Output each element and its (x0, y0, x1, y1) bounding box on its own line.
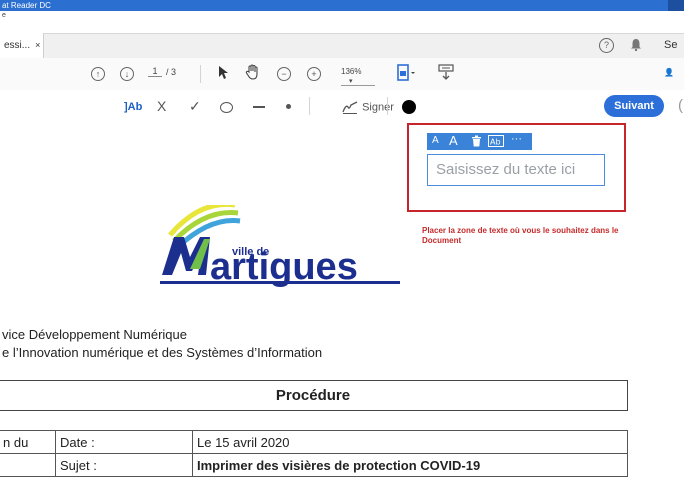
add-text-tool[interactable]: ]Ab (124, 101, 142, 113)
check-mark-tool[interactable]: ✓ (189, 98, 201, 115)
table-row: n du Date : Le 15 avril 2020 (0, 430, 628, 454)
bell-icon[interactable] (630, 38, 642, 54)
info-table: n du Date : Le 15 avril 2020 Sujet : Imp… (0, 430, 628, 477)
window-title-bar: at Reader DC (0, 0, 684, 11)
page-total: / 3 (166, 67, 177, 77)
table-cell: n du (0, 430, 56, 454)
window-title: at Reader DC (2, 1, 51, 10)
zoom-value: 136% (341, 67, 362, 76)
sign-button-label: Signer (362, 101, 394, 114)
page-number-input[interactable]: 1 (148, 66, 162, 77)
sign-in-label[interactable]: Se (664, 39, 677, 51)
table-cell (0, 453, 56, 477)
svg-text:Ab: Ab (490, 138, 501, 147)
next-button[interactable]: Suivant (604, 95, 664, 117)
document-tab-label: essi... (4, 40, 31, 51)
table-row: Sujet : Imprimer des visières de protect… (0, 453, 628, 477)
textbox-toolbar: A A Ab ··· (427, 133, 532, 150)
decrease-font-icon[interactable]: A (432, 135, 439, 146)
tab-bar (0, 33, 684, 60)
toolbar-divider (387, 97, 388, 115)
user-icon[interactable]: 👤 (664, 68, 674, 77)
logo-text: artigues (210, 246, 358, 287)
table-cell: Sujet : (55, 453, 193, 477)
document-tab[interactable]: essi... × (0, 33, 44, 58)
zoom-in-icon[interactable]: + (307, 67, 321, 81)
procedure-heading: Procédure (0, 380, 628, 411)
instruction-note: Placer la zone de texte où vous le souha… (422, 226, 619, 245)
close-tab-icon[interactable]: × (35, 40, 40, 50)
circle-tool[interactable] (220, 102, 233, 113)
text-field[interactable]: Saisissez du texte ici (427, 154, 605, 186)
increase-font-icon[interactable]: A (449, 133, 458, 148)
field-type-icon[interactable]: Ab (488, 135, 504, 150)
table-cell: Le 15 avril 2020 (192, 430, 628, 454)
service-line-1: vice Développement Numérique (2, 327, 187, 342)
service-line-2: e l’Innovation numérique et des Systèmes… (2, 345, 323, 360)
signature-pen-icon (342, 101, 358, 114)
line-tool[interactable] (253, 106, 265, 108)
cross-mark-tool[interactable]: X (157, 98, 166, 114)
trash-icon[interactable] (471, 135, 482, 150)
toolbar-divider (200, 65, 201, 83)
table-cell: Imprimer des visières de protection COVI… (192, 453, 628, 477)
martigues-logo: ville de artigues (160, 201, 400, 288)
overflow-control[interactable]: ( (678, 97, 683, 114)
select-cursor-icon[interactable] (217, 65, 229, 85)
fit-page-icon[interactable] (396, 63, 418, 88)
menu-strip (0, 11, 684, 33)
next-page-icon[interactable]: ↓ (120, 67, 134, 81)
keyboard-scroll-icon[interactable] (437, 63, 455, 86)
previous-page-icon[interactable]: ↑ (91, 67, 105, 81)
zoom-out-icon[interactable]: − (277, 67, 291, 81)
chevron-down-icon: ▾ (349, 78, 353, 85)
table-cell: Date : (55, 430, 193, 454)
menu-hint: e (2, 12, 6, 19)
toolbar-divider (309, 97, 310, 115)
dot-tool[interactable] (286, 104, 291, 109)
more-options-icon[interactable]: ··· (511, 133, 522, 145)
help-icon[interactable]: ? (599, 38, 614, 53)
window-control-button[interactable] (668, 0, 684, 11)
color-picker[interactable] (402, 100, 416, 114)
zoom-select[interactable]: 136% ▾ (341, 67, 375, 86)
hand-tool-icon[interactable] (245, 64, 260, 85)
